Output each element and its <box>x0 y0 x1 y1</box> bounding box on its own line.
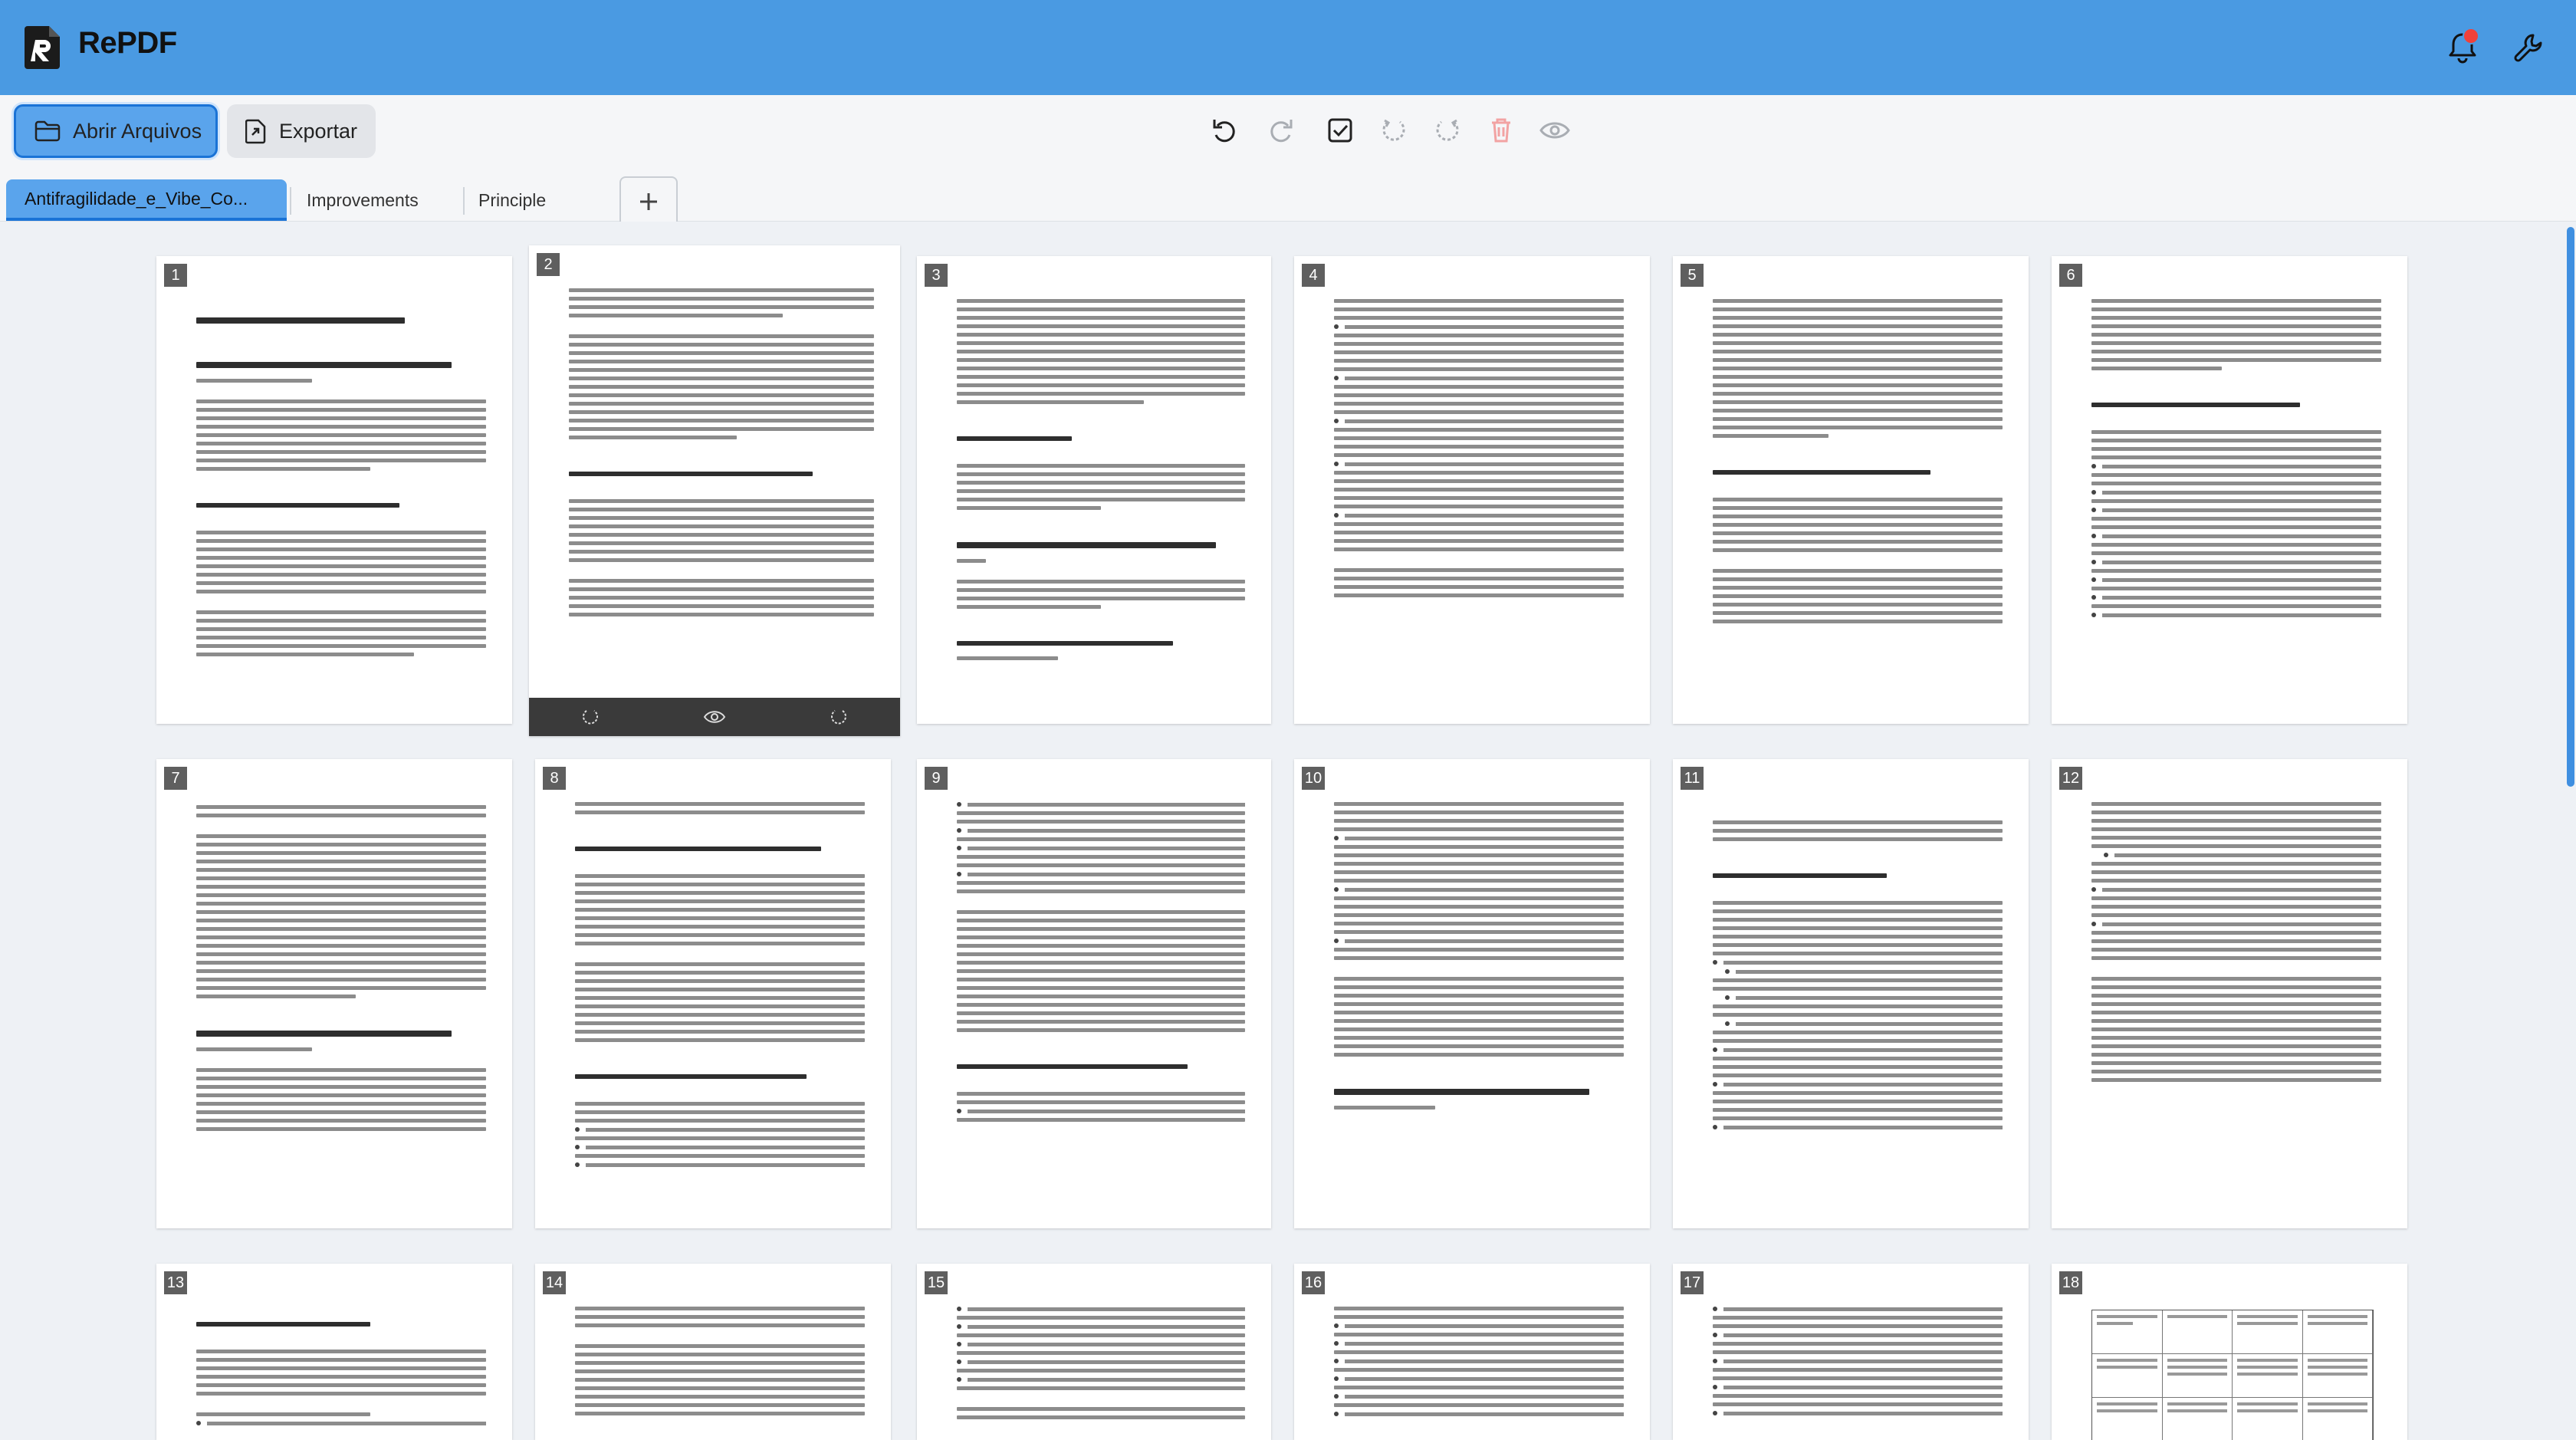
page-thumbnail-9[interactable]: 9 <box>917 759 1271 1228</box>
page-content <box>575 802 865 1172</box>
tab-label: Antifragilidade_e_Vibe_Co... <box>25 188 248 209</box>
notification-button[interactable] <box>2443 28 2482 67</box>
page-thumbnail-14[interactable]: 14 <box>535 1264 891 1440</box>
page-thumbnail-5[interactable]: 5 <box>1673 256 2029 724</box>
page-content <box>1334 1307 1624 1421</box>
open-files-button[interactable]: Abrir Arquivos <box>14 104 218 158</box>
toolbar: Abrir Arquivos Exportar <box>0 95 2576 173</box>
tab-label: Improvements <box>307 189 419 210</box>
page-number-badge: 4 <box>1302 264 1325 287</box>
page-number-badge: 10 <box>1302 767 1325 790</box>
page-content <box>957 299 1245 665</box>
undo-icon <box>1213 120 1235 143</box>
page-content <box>196 302 486 661</box>
settings-button[interactable] <box>2509 28 2548 67</box>
page-content <box>1334 299 1624 602</box>
rotate-left-icon[interactable] <box>581 708 600 726</box>
tab-antifragilidade[interactable]: Antifragilidade_e_Vibe_Co... <box>6 179 287 221</box>
page-thumbnail-11[interactable]: 11 <box>1673 759 2029 1228</box>
rotate-right-icon <box>1436 119 1459 141</box>
export-label: Exportar <box>279 119 358 143</box>
document-tabs: Antifragilidade_e_Vibe_Co... Improvement… <box>0 173 2576 227</box>
page-number-badge: 8 <box>543 767 566 790</box>
page-number-badge: 9 <box>925 767 948 790</box>
delete-button[interactable] <box>1481 110 1521 150</box>
page-thumbnail-12[interactable]: 12 <box>2052 759 2407 1228</box>
page-content <box>569 288 874 621</box>
app-logo-icon <box>25 26 60 69</box>
page-content <box>1713 1307 2003 1420</box>
page-content <box>575 1307 865 1420</box>
select-all-button[interactable] <box>1320 110 1360 150</box>
tab-label: Principle <box>478 189 547 210</box>
rotate-right-icon[interactable] <box>830 708 848 726</box>
delete-icon <box>1492 118 1510 143</box>
select-all-icon <box>1328 118 1352 143</box>
page-thumbnail-1[interactable]: 1 <box>156 256 512 724</box>
page-thumbnail-3[interactable]: 3 <box>917 256 1271 724</box>
page-number-badge: 11 <box>1681 767 1704 790</box>
open-files-label: Abrir Arquivos <box>73 119 202 143</box>
page-number-badge: 3 <box>925 264 948 287</box>
page-number-badge: 13 <box>164 1271 187 1294</box>
page-number-badge: 6 <box>2059 264 2082 287</box>
page-thumbnail-17[interactable]: 17 <box>1673 1264 2029 1440</box>
page-thumbnail-10[interactable]: 10 <box>1294 759 1650 1228</box>
file-export-icon <box>245 119 266 144</box>
page-number-badge: 2 <box>537 253 560 276</box>
page-content <box>957 802 1245 1126</box>
page-thumbnail-4[interactable]: 4 <box>1294 256 1650 724</box>
page-content <box>196 805 486 1136</box>
page-table <box>2091 1310 2374 1440</box>
app-header: RePDF <box>0 0 2576 95</box>
page-number-badge: 16 <box>1302 1271 1325 1294</box>
preview-button[interactable] <box>1535 110 1575 150</box>
page-thumbnail-15[interactable]: 15 <box>917 1264 1271 1440</box>
rotate-left-icon <box>1382 119 1405 141</box>
page-content <box>2091 299 2381 622</box>
page-thumbnail-13[interactable]: 13 <box>156 1264 512 1440</box>
wrench-icon <box>2514 34 2542 62</box>
redo-icon <box>1270 120 1293 143</box>
add-tab-button[interactable] <box>619 176 678 227</box>
page-content <box>1713 299 2003 628</box>
page-number-badge: 15 <box>925 1271 948 1294</box>
page-number-badge: 7 <box>164 767 187 790</box>
page-thumbnail-16[interactable]: 16 <box>1294 1264 1650 1440</box>
page-number-badge: 14 <box>543 1271 566 1294</box>
folder-icon <box>34 120 61 142</box>
preview-icon[interactable] <box>703 708 726 725</box>
page-thumbnail-7[interactable]: 7 <box>156 759 512 1228</box>
undo-button[interactable] <box>1205 110 1245 150</box>
tab-improvements[interactable]: Improvements <box>288 179 460 221</box>
page-thumbnail-8[interactable]: 8 <box>535 759 891 1228</box>
app-title: RePDF <box>78 26 177 60</box>
page-content <box>1334 802 1624 1114</box>
page-content <box>1713 820 2003 1134</box>
page-content <box>196 1307 486 1430</box>
page-thumbnail-6[interactable]: 6 <box>2052 256 2407 724</box>
notification-badge <box>2463 28 2479 44</box>
page-number-badge: 12 <box>2059 767 2082 790</box>
vertical-scrollbar[interactable] <box>2567 227 2574 787</box>
page-number-badge: 18 <box>2059 1271 2082 1294</box>
plus-icon <box>640 193 657 210</box>
tab-principle[interactable]: Principle <box>460 179 613 221</box>
page-number-badge: 1 <box>164 264 187 287</box>
page-content <box>957 1307 1245 1424</box>
preview-icon <box>1539 122 1570 139</box>
page-actions-bar <box>529 698 900 736</box>
page-thumbnail-18[interactable]: 18 <box>2052 1264 2407 1440</box>
page-content <box>2091 802 2381 1087</box>
rotate-left-button[interactable] <box>1374 110 1414 150</box>
redo-button[interactable] <box>1260 110 1300 150</box>
page-number-badge: 17 <box>1681 1271 1704 1294</box>
export-button[interactable]: Exportar <box>227 104 376 158</box>
rotate-right-button[interactable] <box>1428 110 1467 150</box>
page-number-badge: 5 <box>1681 264 1704 287</box>
page-thumbnail-2[interactable]: 2 <box>529 245 900 736</box>
